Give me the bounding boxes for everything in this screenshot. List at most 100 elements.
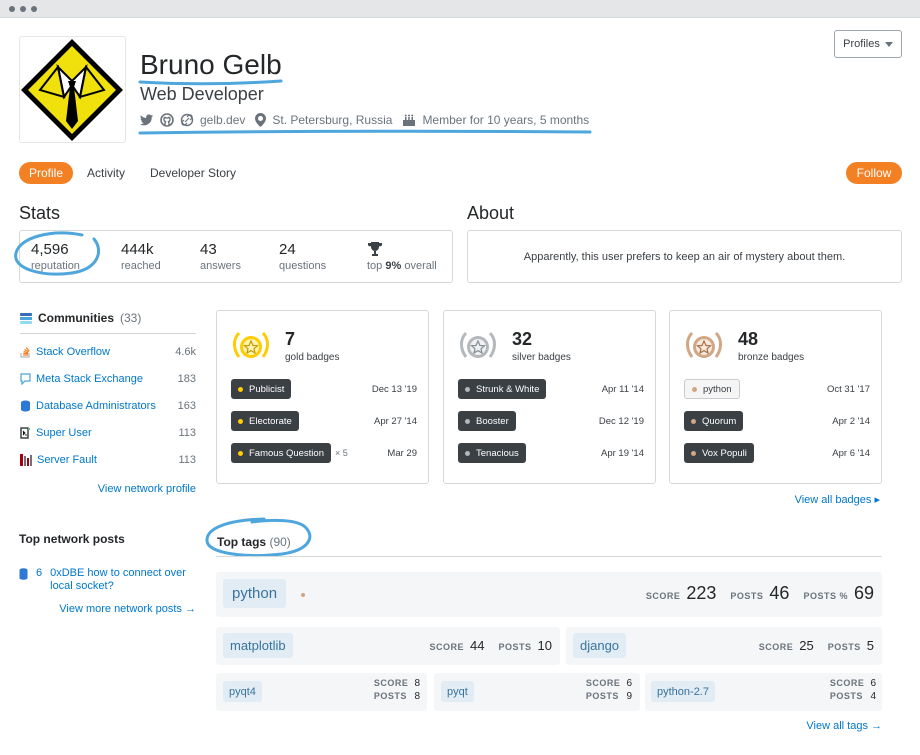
badge-date: Dec 12 '19	[598, 415, 644, 427]
badge-pill[interactable]: Tenacious	[458, 443, 526, 463]
tag-row-primary: python SCORE 223 POSTS 46 POSTS % 69	[216, 572, 882, 617]
stack-exchange-icon	[20, 312, 32, 324]
tag-stats: SCORE 44 POSTS 10	[430, 638, 552, 653]
badge-pill[interactable]: Vox Populi	[684, 443, 754, 463]
badge-row: Tenacious Apr 19 '14	[458, 443, 644, 463]
badge-pill[interactable]: Booster	[458, 411, 516, 431]
server-fault-icon	[20, 454, 32, 466]
view-all-badges-link[interactable]: View all badges ▸	[700, 493, 880, 506]
badge-row: Publicist Dec 13 '19	[231, 379, 417, 399]
tab-activity[interactable]: Activity	[87, 162, 125, 184]
annotation-circle	[205, 517, 312, 557]
network-post-score: 6	[36, 567, 43, 579]
stat-reached: 444k reached	[121, 241, 161, 273]
badge-pill[interactable]: Quorum	[684, 411, 744, 431]
cake-icon	[403, 114, 416, 126]
community-row[interactable]: Stack Overflow 4.6k	[20, 344, 196, 360]
tag-posts: 4	[870, 691, 876, 702]
badge-pill[interactable]: Publicist	[231, 379, 292, 399]
gold-badge-label: gold badges	[285, 352, 340, 363]
tag-row-secondary: matplotlib SCORE 44 POSTS 10	[216, 627, 560, 665]
tag-stats: SCORE 6 POSTS 4	[830, 678, 876, 702]
super-user-icon	[20, 427, 30, 439]
network-post-row[interactable]: 6 0xDBE how to connect over local socket…	[19, 567, 199, 593]
follow-button[interactable]: Follow	[846, 162, 902, 184]
badge-date: Apr 2 '14	[832, 415, 870, 427]
view-all-tags-link[interactable]: View all tags →	[702, 720, 882, 732]
community-name[interactable]: Stack Overflow	[36, 346, 175, 358]
score-label: SCORE	[373, 678, 409, 688]
divider	[216, 556, 882, 557]
silver-badges-card: 32 silver badges Strunk & White Apr 11 '1…	[443, 310, 656, 484]
tag-django[interactable]: django	[573, 633, 627, 658]
community-rep: 163	[177, 400, 196, 412]
badge-pill[interactable]: Electorate	[231, 411, 299, 431]
about-text: Apparently, this user prefers to keep an…	[467, 230, 902, 283]
tag-python-2-7[interactable]: python-2.7	[651, 681, 715, 702]
bronze-badges-card: 48 bronze badges python Oct 31 '17 Quorum…	[669, 310, 882, 484]
stats-heading: Stats	[19, 203, 61, 223]
user-website[interactable]: gelb.dev	[200, 113, 245, 127]
tag-stats: SCORE 25 POSTS 5	[759, 638, 874, 653]
badge-pill[interactable]: Famous Question	[231, 443, 331, 463]
profiles-dropdown[interactable]: Profiles	[834, 30, 902, 58]
community-name[interactable]: Server Fault	[37, 454, 178, 466]
stat-value: 24	[279, 241, 296, 258]
user-meta: gelb.dev St. Petersburg, Russia Member f…	[140, 112, 589, 128]
tag-score: 6	[870, 678, 876, 689]
stack-overflow-icon	[20, 347, 30, 358]
tag-pyqt[interactable]: pyqt	[441, 681, 474, 702]
trophy-icon	[368, 242, 382, 256]
tag-posts: 8	[414, 691, 420, 702]
badge-pill[interactable]: Strunk & White	[458, 379, 547, 399]
score-label: SCORE	[429, 642, 465, 652]
community-name[interactable]: Super User	[36, 427, 178, 439]
badge-pill[interactable]: python	[684, 379, 740, 399]
community-row[interactable]: Super User 113	[20, 425, 196, 441]
tab-developer-story[interactable]: Developer Story	[150, 162, 236, 184]
network-post-title[interactable]: 0xDBE how to connect over local socket?	[50, 567, 199, 593]
tab-profile[interactable]: Profile	[19, 162, 74, 184]
score-label: SCORE	[758, 642, 794, 652]
view-more-network-posts-link[interactable]: View more network posts →	[19, 603, 196, 615]
tag-posts: 9	[626, 691, 632, 702]
badge-name: Quorum	[702, 415, 737, 427]
badge-date: Apr 6 '14	[832, 447, 870, 459]
user-location: St. Petersburg, Russia	[272, 113, 393, 127]
github-icon[interactable]	[160, 113, 174, 127]
tag-posts-pct: 69	[853, 583, 874, 603]
badge-name: Booster	[476, 415, 509, 427]
tag-score: 6	[626, 678, 632, 689]
website-link-icon	[180, 113, 194, 127]
tag-posts: 46	[769, 583, 790, 603]
tag-python[interactable]: python	[223, 579, 287, 608]
network-posts-title: Top network posts	[19, 532, 125, 546]
community-name[interactable]: Database Administrators	[36, 400, 178, 412]
tag-matplotlib[interactable]: matplotlib	[223, 633, 293, 658]
database-icon	[21, 400, 30, 412]
tag-pyqt4[interactable]: pyqt4	[223, 681, 262, 702]
posts-label: POSTS	[829, 691, 863, 701]
window-titlebar	[0, 0, 920, 18]
community-row[interactable]: Database Administrators 163	[20, 398, 196, 414]
badge-row: python Oct 31 '17	[684, 379, 870, 399]
communities-header: Communities (33)	[20, 311, 196, 334]
user-title: Web Developer	[140, 84, 264, 104]
twitter-icon[interactable]	[140, 114, 154, 126]
profiles-label: Profiles	[843, 38, 880, 50]
posts-label: POSTS	[373, 691, 407, 701]
view-network-profile-link[interactable]: View network profile	[20, 483, 196, 495]
window-dot	[9, 6, 15, 12]
community-row[interactable]: Server Fault 113	[20, 452, 196, 468]
stat-answers: 43 answers	[200, 241, 241, 273]
rank-prefix: top	[367, 260, 383, 272]
posts-label: POSTS	[730, 591, 764, 601]
community-name[interactable]: Meta Stack Exchange	[36, 373, 178, 385]
badge-row: Quorum Apr 2 '14	[684, 411, 870, 431]
bronze-badge-icon	[686, 331, 722, 358]
badge-date: Mar 29	[387, 447, 417, 459]
community-row[interactable]: Meta Stack Exchange 183	[20, 371, 196, 387]
gold-badge-icon	[233, 331, 269, 358]
badge-date: Apr 11 '14	[601, 383, 644, 395]
badge-name: Famous Question	[249, 447, 324, 459]
